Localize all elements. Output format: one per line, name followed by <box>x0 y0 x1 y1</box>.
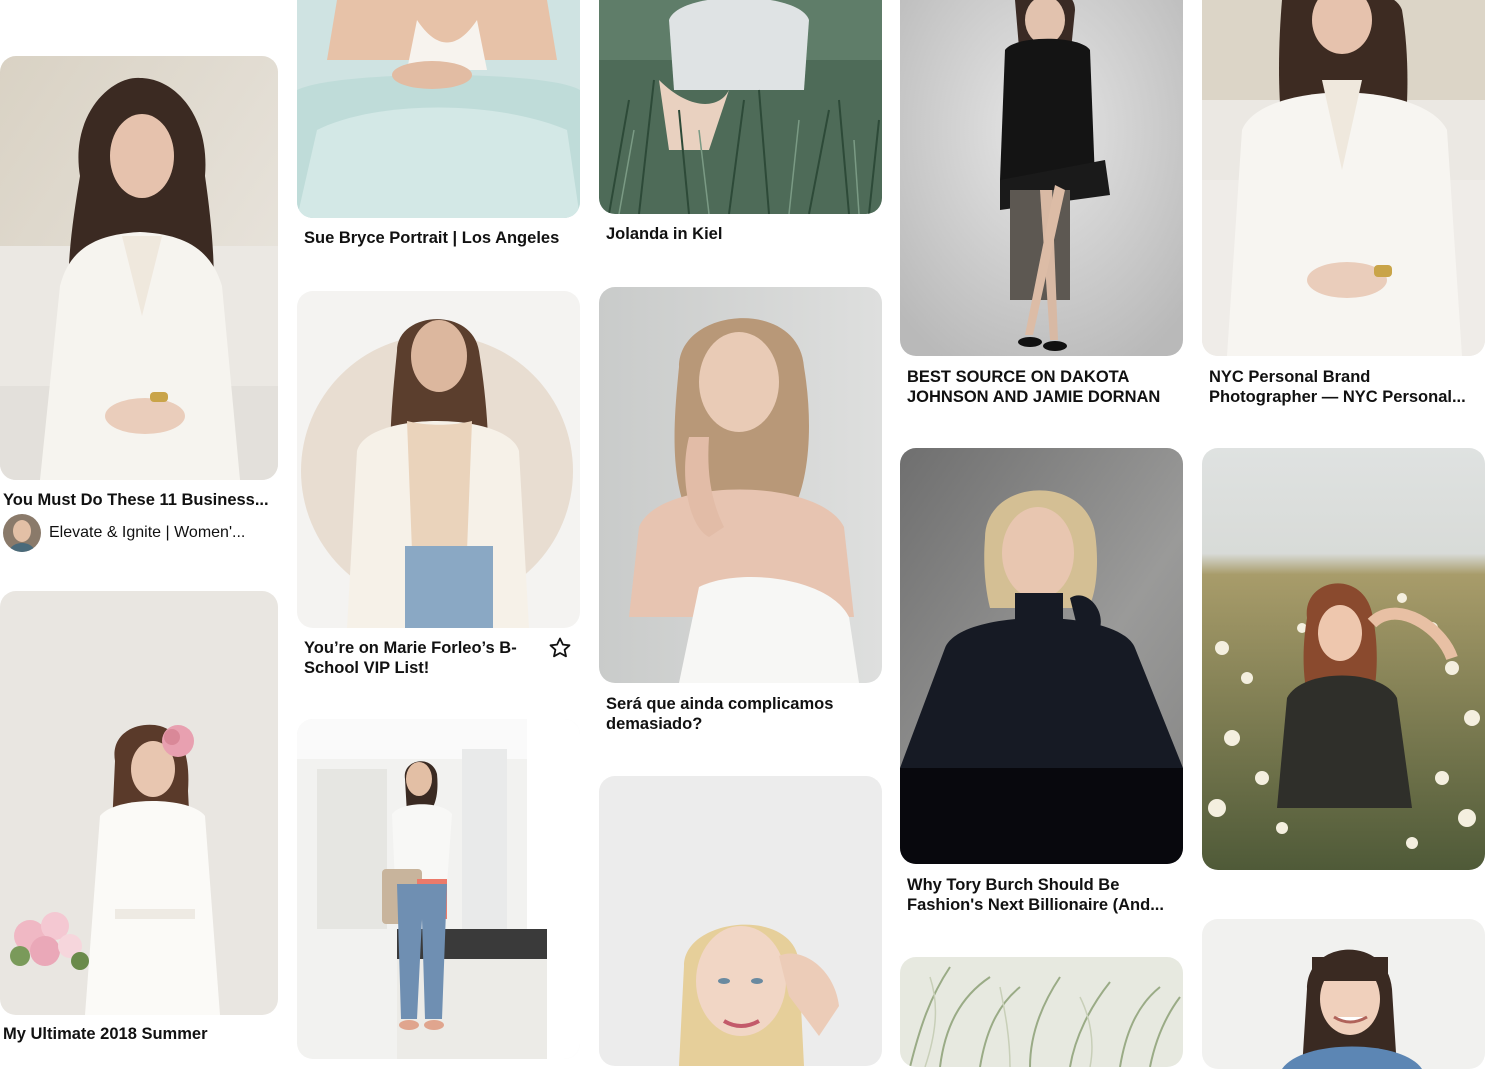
pin-image-woman-by-window[interactable] <box>297 719 580 1059</box>
pin-image-woman-in-grass[interactable] <box>599 0 882 214</box>
pin-title[interactable]: Jolanda in Kiel <box>606 224 881 244</box>
star-outline-icon[interactable] <box>548 636 572 660</box>
pin-image-woman-flower-field[interactable] <box>1202 448 1485 870</box>
pin-image-woman-with-peonies[interactable] <box>0 591 278 1015</box>
pin-title[interactable]: My Ultimate 2018 Summer <box>3 1024 278 1044</box>
pin-image-blonde-woman-sweater[interactable] <box>599 287 882 683</box>
pin-image-woman-black-dress[interactable] <box>900 0 1183 356</box>
pin-image-woman-white-suit-closeup[interactable] <box>1202 0 1485 356</box>
pin-title[interactable]: BEST SOURCE ON DAKOTA JOHNSON AND JAMIE … <box>907 367 1182 407</box>
author-name[interactable]: Elevate & Ignite | Women'... <box>49 524 245 542</box>
pin-title[interactable]: Why Tory Burch Should Be Fashion's Next … <box>907 875 1182 915</box>
pin-image-woman-circle-blazer[interactable] <box>297 291 580 628</box>
pin-image-woman-white-suit[interactable] <box>0 56 278 480</box>
author-avatar[interactable] <box>3 514 41 552</box>
pin-title[interactable]: NYC Personal Brand Photographer — NYC Pe… <box>1209 367 1484 407</box>
pin-title[interactable]: Sue Bryce Portrait | Los Angeles <box>304 228 579 248</box>
pin-title[interactable]: You’re on Marie Forleo’s B- School VIP L… <box>304 638 544 678</box>
pin-author-row[interactable]: Elevate & Ignite | Women'... <box>3 514 245 552</box>
pin-title[interactable]: You Must Do These 11 Business... <box>3 490 278 510</box>
pin-image-grass-field[interactable] <box>900 957 1183 1067</box>
pin-image-woman-black-turtleneck[interactable] <box>900 448 1183 864</box>
pin-image-woman-denim-jacket[interactable] <box>1202 919 1485 1069</box>
pin-image-tulle-skirt[interactable] <box>297 0 580 218</box>
pin-title[interactable]: Será que ainda complicamos demasiado? <box>606 694 881 734</box>
pin-image-blonde-smiling-woman[interactable] <box>599 776 882 1066</box>
